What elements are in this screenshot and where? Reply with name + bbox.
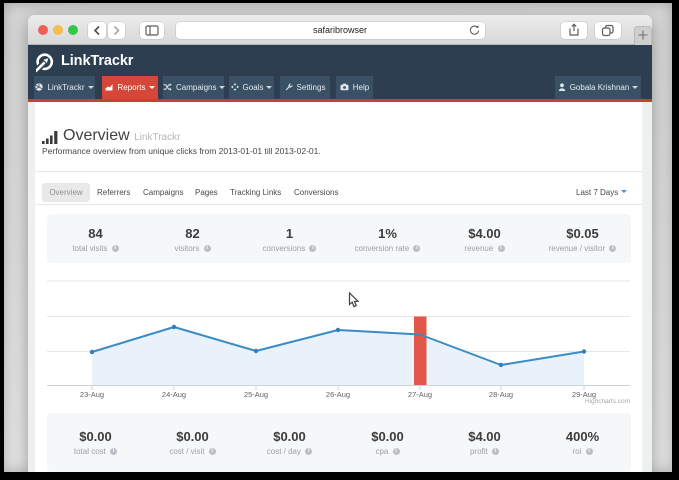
svg-text:Highcharts.com: Highcharts.com	[585, 398, 630, 405]
svg-text:27-Aug: 27-Aug	[408, 390, 432, 399]
svg-text:26-Aug: 26-Aug	[326, 390, 350, 399]
svg-text:28-Aug: 28-Aug	[489, 390, 513, 399]
svg-text:23-Aug: 23-Aug	[80, 390, 104, 399]
svg-text:25-Aug: 25-Aug	[244, 390, 268, 399]
svg-text:24-Aug: 24-Aug	[162, 390, 186, 399]
